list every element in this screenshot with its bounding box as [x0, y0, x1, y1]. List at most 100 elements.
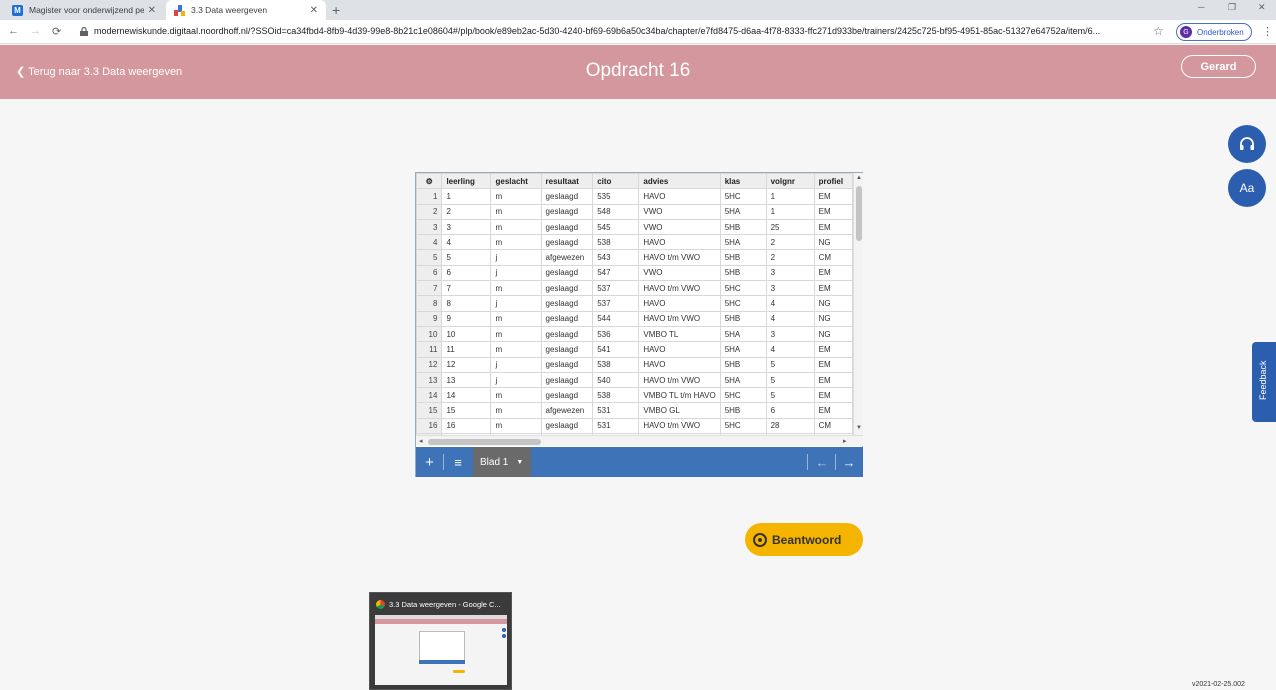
bookmark-star-icon[interactable]: ☆ [1153, 24, 1164, 38]
table-cell[interactable]: 4 [765, 310, 815, 327]
table-cell[interactable]: m [490, 203, 542, 220]
sheet-tab-blad-1[interactable]: Blad 1 ▼ [473, 447, 531, 477]
table-cell[interactable]: 11 [441, 341, 492, 358]
table-cell[interactable]: 12 [441, 356, 492, 373]
table-cell[interactable]: 4 [441, 234, 492, 251]
back-arrow-icon[interactable]: ← [8, 25, 19, 37]
next-sheet-button[interactable]: → [836, 447, 862, 477]
url-field[interactable]: modernewiskunde.digitaal.noordhoff.nl/?S… [94, 26, 1144, 36]
reload-icon[interactable]: ⟳ [52, 25, 61, 38]
close-tab-icon[interactable]: ✕ [148, 5, 156, 16]
column-header[interactable]: geslacht [490, 173, 542, 190]
table-cell[interactable]: m [490, 310, 542, 327]
table-cell[interactable]: 5HB [719, 402, 767, 419]
column-header[interactable]: cito [592, 173, 640, 190]
sheet-menu-button[interactable]: ≡ [444, 447, 472, 477]
table-cell[interactable]: 3 [765, 264, 815, 282]
scroll-thumb[interactable] [856, 186, 862, 241]
table-cell[interactable]: 5HB [719, 249, 767, 266]
table-cell[interactable]: NG [813, 325, 853, 343]
browser-tab-data-weergeven[interactable]: 3.3 Data weergeven ✕ [166, 0, 326, 20]
table-cell[interactable]: 531 [592, 402, 640, 419]
vertical-scrollbar[interactable]: ▲ ▼ [853, 173, 863, 435]
table-cell[interactable]: 5HC [719, 188, 767, 205]
table-cell[interactable]: EM [813, 341, 853, 358]
table-cell[interactable]: 25 [765, 218, 815, 236]
table-cell[interactable]: 545 [592, 218, 640, 236]
scroll-right-icon[interactable]: ▸ [843, 437, 847, 445]
scroll-left-icon[interactable]: ◂ [419, 437, 423, 445]
table-cell[interactable]: 4 [765, 295, 815, 312]
table-cell[interactable]: 3 [765, 280, 815, 297]
table-cell[interactable]: 7 [441, 280, 492, 297]
row-number[interactable]: 11 [416, 341, 443, 358]
table-cell[interactable]: EM [813, 218, 853, 236]
close-tab-icon[interactable]: ✕ [310, 5, 318, 16]
row-number[interactable]: 7 [416, 280, 443, 297]
table-cell[interactable]: EM [813, 280, 853, 297]
table-cell[interactable]: VWO [638, 264, 721, 282]
table-cell[interactable]: geslaagd [540, 417, 594, 435]
table-cell[interactable]: geslaagd [540, 356, 594, 373]
table-cell[interactable]: j [490, 371, 542, 389]
table-cell[interactable]: 537 [592, 280, 640, 297]
row-number[interactable]: 3 [416, 218, 443, 236]
row-number[interactable]: 6 [416, 264, 443, 282]
table-cell[interactable]: 5HB [719, 264, 767, 282]
table-cell[interactable]: geslaagd [540, 325, 594, 343]
row-number[interactable]: 14 [416, 387, 443, 404]
table-cell[interactable]: m [490, 234, 542, 251]
table-cell[interactable]: 5HA [719, 234, 767, 251]
horizontal-scrollbar[interactable]: ◂ ▸ [416, 435, 863, 446]
table-cell[interactable]: geslaagd [540, 203, 594, 220]
table-cell[interactable]: m [490, 417, 542, 435]
table-cell[interactable]: 5HC [719, 295, 767, 312]
table-cell[interactable]: EM [813, 371, 853, 389]
table-cell[interactable]: 5HC [719, 387, 767, 404]
table-cell[interactable]: m [490, 387, 542, 404]
font-size-button[interactable]: Aa [1228, 169, 1266, 207]
table-cell[interactable]: afgewezen [540, 402, 594, 419]
table-cell[interactable]: HAVO t/m VWO [638, 371, 721, 389]
table-cell[interactable]: geslaagd [540, 234, 594, 251]
table-cell[interactable]: j [490, 356, 542, 373]
table-cell[interactable]: j [490, 295, 542, 312]
row-number[interactable]: 8 [416, 295, 443, 312]
add-sheet-button[interactable]: + [416, 447, 443, 477]
table-cell[interactable]: geslaagd [540, 188, 594, 205]
table-cell[interactable]: 2 [441, 203, 492, 220]
table-cell[interactable]: 1 [765, 188, 815, 205]
column-header[interactable]: leerling [441, 173, 492, 190]
table-cell[interactable]: 4 [765, 341, 815, 358]
table-cell[interactable]: EM [813, 402, 853, 419]
table-cell[interactable]: 3 [765, 325, 815, 343]
table-cell[interactable]: geslaagd [540, 264, 594, 282]
menu-dots-icon[interactable]: ⋮ [1262, 25, 1273, 38]
table-cell[interactable]: NG [813, 310, 853, 327]
column-header[interactable]: profiel [813, 173, 853, 190]
table-cell[interactable]: CM [813, 249, 853, 266]
table-cell[interactable]: EM [813, 356, 853, 373]
lock-icon[interactable] [80, 27, 88, 36]
previous-sheet-button[interactable]: ← [809, 447, 835, 477]
column-header[interactable]: klas [719, 173, 767, 190]
table-cell[interactable]: 10 [441, 325, 492, 343]
profile-button[interactable]: G Onderbroken [1176, 23, 1252, 41]
table-cell[interactable]: VWO [638, 203, 721, 220]
new-tab-button[interactable]: + [332, 2, 340, 18]
column-header[interactable]: resultaat [540, 173, 594, 190]
feedback-tab[interactable]: Feedback [1252, 342, 1276, 422]
table-cell[interactable]: HAVO t/m VWO [638, 310, 721, 327]
table-cell[interactable]: 5HB [719, 310, 767, 327]
table-cell[interactable]: 543 [592, 249, 640, 266]
table-cell[interactable]: m [490, 280, 542, 297]
table-cell[interactable]: HAVO [638, 295, 721, 312]
table-cell[interactable]: 8 [441, 295, 492, 312]
headphones-button[interactable] [1228, 125, 1266, 163]
table-cell[interactable]: 28 [765, 417, 815, 435]
row-number[interactable]: 13 [416, 371, 443, 389]
table-cell[interactable]: geslaagd [540, 341, 594, 358]
row-number[interactable]: 9 [416, 310, 443, 327]
row-number[interactable]: 2 [416, 203, 443, 220]
table-cell[interactable]: m [490, 341, 542, 358]
